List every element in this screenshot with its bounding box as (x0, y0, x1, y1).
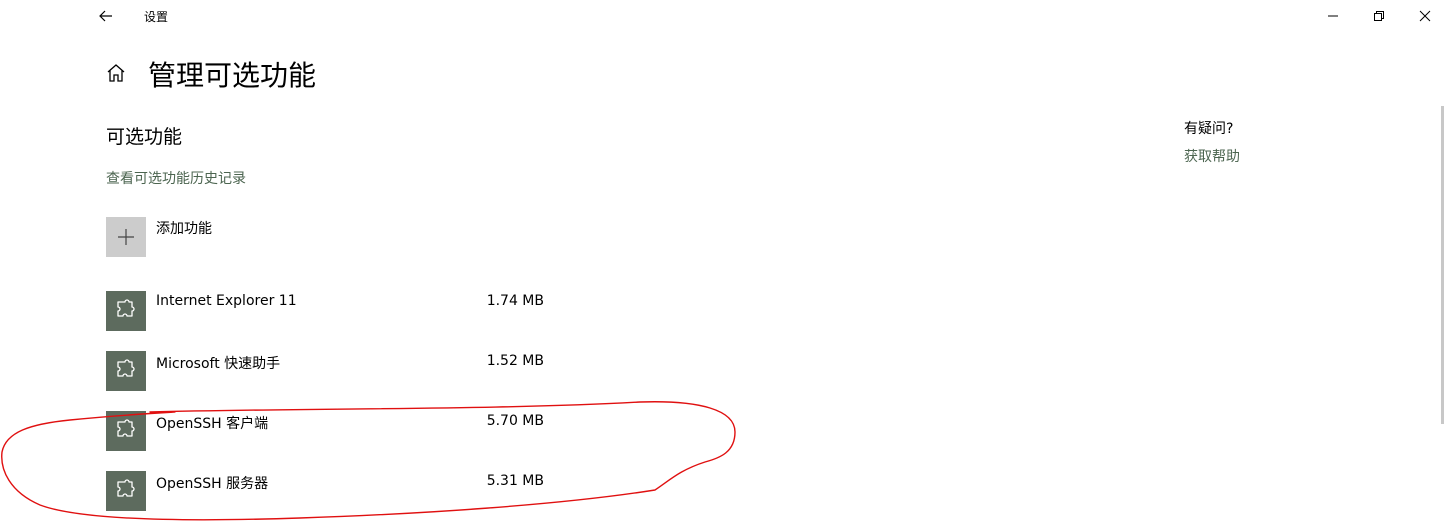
add-feature-label[interactable]: 添加功能 (156, 218, 212, 238)
feature-item[interactable]: OpenSSH 服务器 5.31 MB (106, 471, 556, 513)
feature-tile (106, 291, 146, 331)
feature-name: Microsoft 快速助手 (156, 356, 281, 372)
minimize-button[interactable] (1316, 4, 1350, 28)
help-title: 有疑问? (1184, 121, 1234, 137)
home-icon (107, 64, 125, 82)
feature-item[interactable]: Microsoft 快速助手 1.52 MB (106, 351, 556, 393)
puzzle-icon (117, 359, 135, 377)
close-button[interactable] (1408, 4, 1442, 28)
add-feature-button[interactable] (106, 217, 146, 257)
feature-name: OpenSSH 客户端 (156, 416, 269, 432)
feature-size: 5.31 MB (486, 473, 544, 489)
minimize-icon (1328, 15, 1338, 17)
feature-tile (106, 351, 146, 391)
feature-item[interactable]: Internet Explorer 11 1.74 MB (106, 291, 556, 333)
feature-size: 1.74 MB (486, 293, 544, 309)
settings-window: 设置 管理可选功能 可选功能 查看可选功能历史记录 添加功能 Internet … (0, 0, 1447, 527)
restore-button[interactable] (1362, 4, 1396, 28)
view-history-link[interactable]: 查看可选功能历史记录 (106, 168, 246, 188)
feature-size: 5.70 MB (486, 413, 544, 429)
restore-icon (1374, 11, 1384, 21)
feature-tile (106, 471, 146, 511)
feature-name: OpenSSH 服务器 (156, 476, 269, 492)
back-button[interactable] (92, 4, 120, 28)
get-help-link[interactable]: 获取帮助 (1184, 146, 1240, 166)
feature-name: Internet Explorer 11 (156, 293, 297, 309)
arrow-left-icon (99, 10, 112, 22)
section-title: 可选功能 (106, 126, 183, 148)
puzzle-icon (117, 419, 135, 437)
feature-tile (106, 411, 146, 451)
puzzle-icon (117, 299, 135, 317)
scrollbar[interactable] (1441, 106, 1444, 424)
home-button[interactable] (105, 62, 127, 84)
feature-size: 1.52 MB (486, 353, 544, 369)
puzzle-icon (117, 479, 135, 497)
page-title: 管理可选功能 (148, 59, 317, 92)
plus-icon (118, 229, 134, 245)
window-title: 设置 (144, 10, 169, 24)
feature-item[interactable]: OpenSSH 客户端 5.70 MB (106, 411, 556, 453)
close-icon (1419, 10, 1431, 22)
